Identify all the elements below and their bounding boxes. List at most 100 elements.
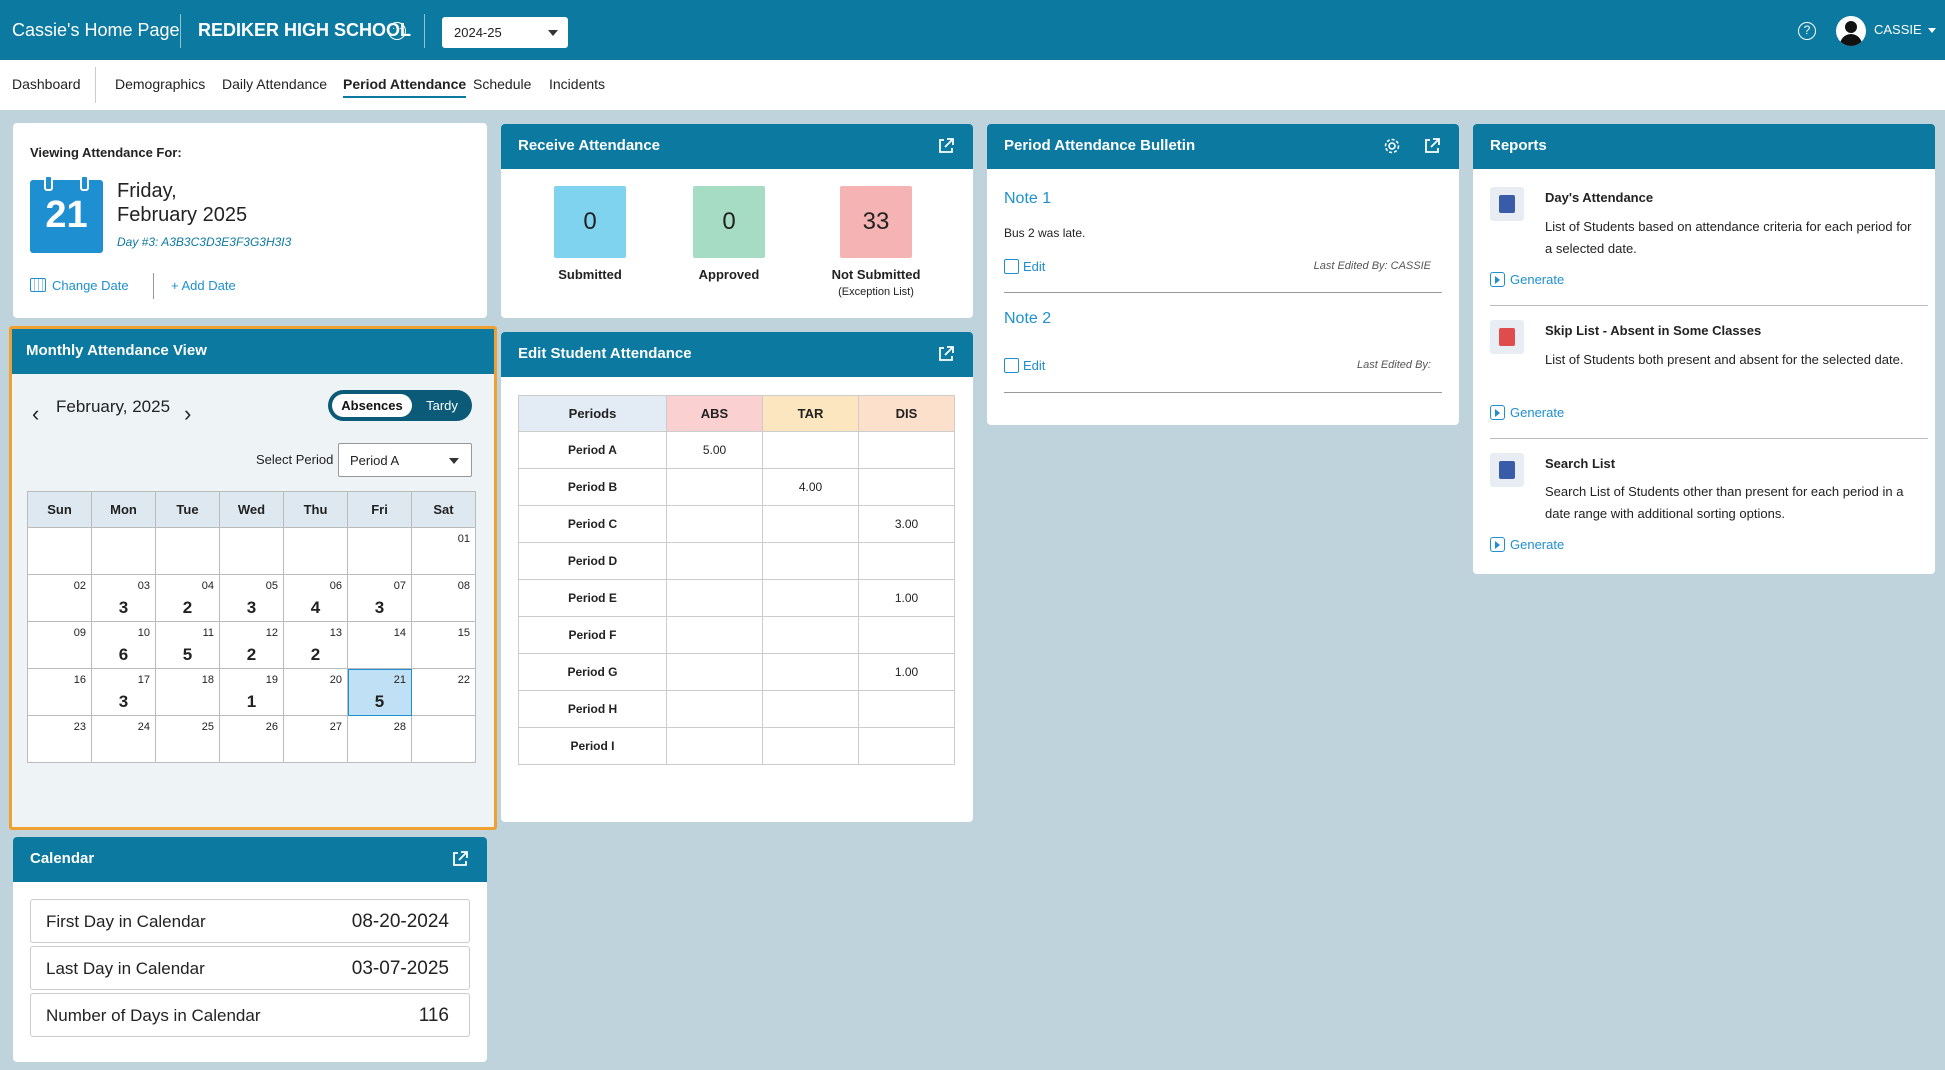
gear-icon[interactable]: [1383, 137, 1401, 155]
calendar-day-cell[interactable]: 15: [411, 621, 476, 669]
tab-demographics[interactable]: Demographics: [115, 76, 205, 92]
attendance-cell[interactable]: [666, 653, 763, 691]
generate-button[interactable]: Generate: [1490, 272, 1564, 287]
calendar-day-cell[interactable]: 03 3: [91, 574, 156, 622]
attendance-cell[interactable]: [762, 653, 859, 691]
attendance-cell[interactable]: 1.00: [858, 579, 955, 617]
external-link-icon[interactable]: [937, 137, 955, 155]
external-link-icon[interactable]: [1423, 137, 1441, 155]
attendance-cell[interactable]: [762, 542, 859, 580]
calendar-day-cell[interactable]: 05 3: [219, 574, 284, 622]
attendance-cell[interactable]: [762, 690, 859, 728]
attendance-cell[interactable]: [762, 579, 859, 617]
calendar-day-cell[interactable]: 19 1: [219, 668, 284, 716]
avatar[interactable]: [1836, 16, 1866, 46]
attendance-cell[interactable]: [762, 727, 859, 765]
external-link-icon[interactable]: [451, 850, 469, 868]
note-title[interactable]: Note 1: [1004, 190, 1051, 208]
calendar-day-cell[interactable]: 08: [411, 574, 476, 622]
attendance-cell[interactable]: [858, 542, 955, 580]
bulletin-card: Period Attendance Bulletin Note 1 Bus 2 …: [987, 124, 1459, 425]
note-title[interactable]: Note 2: [1004, 310, 1051, 328]
calendar-day-cell[interactable]: 20: [283, 668, 348, 716]
approved-count[interactable]: 0: [693, 186, 765, 258]
calendar-day-cell[interactable]: 01: [411, 527, 476, 575]
chevron-down-icon[interactable]: [1928, 28, 1936, 33]
home-page-title[interactable]: Cassie's Home Page: [12, 20, 180, 41]
column-header: ABS: [666, 395, 763, 432]
calendar-day-cell[interactable]: 24: [91, 715, 156, 763]
calendar-day-cell[interactable]: 12 2: [219, 621, 284, 669]
attendance-cell[interactable]: [666, 727, 763, 765]
attendance-cell[interactable]: 5.00: [666, 431, 763, 469]
change-date-link[interactable]: Change Date: [30, 278, 129, 293]
calendar-day-cell[interactable]: 06 4: [283, 574, 348, 622]
tab-schedule[interactable]: Schedule: [473, 76, 531, 92]
calendar-day-cell[interactable]: 16: [27, 668, 92, 716]
attendance-cell[interactable]: [858, 468, 955, 506]
calendar-day-cell[interactable]: 02: [27, 574, 92, 622]
calendar-day-cell[interactable]: 04 2: [155, 574, 220, 622]
calendar-day-cell[interactable]: 10 6: [91, 621, 156, 669]
external-link-icon[interactable]: [937, 345, 955, 363]
attendance-cell[interactable]: 3.00: [858, 505, 955, 543]
attendance-cell[interactable]: [858, 727, 955, 765]
change-date-label: Change Date: [52, 278, 129, 293]
calendar-day-cell[interactable]: 14: [347, 621, 412, 669]
school-name[interactable]: REDIKER HIGH SCHOOL: [198, 20, 411, 41]
attendance-cell[interactable]: [762, 505, 859, 543]
last-edited-by: Last Edited By: CASSIE: [1313, 260, 1431, 272]
calendar-day-cell[interactable]: 28: [347, 715, 412, 763]
attendance-cell[interactable]: [858, 616, 955, 654]
attendance-cell[interactable]: [762, 431, 859, 469]
tab-incidents[interactable]: Incidents: [549, 76, 605, 92]
add-date-link[interactable]: + Add Date: [171, 278, 236, 293]
attendance-cell[interactable]: [858, 690, 955, 728]
edit-note-button[interactable]: Edit: [1004, 259, 1045, 274]
calendar-day-cell[interactable]: 23: [27, 715, 92, 763]
attendance-cell[interactable]: [666, 579, 763, 617]
calendar-day-cell[interactable]: 26: [219, 715, 284, 763]
school-year-select[interactable]: 2024-25: [442, 17, 568, 48]
calendar-day-cell[interactable]: 22: [411, 668, 476, 716]
not-submitted-count[interactable]: 33: [840, 186, 912, 258]
calendar-day-cell[interactable]: 17 3: [91, 668, 156, 716]
calendar-day-cell[interactable]: 18: [155, 668, 220, 716]
calendar-day-cell[interactable]: 07 3: [347, 574, 412, 622]
period-select[interactable]: Period A: [338, 443, 472, 477]
chevron-left-icon[interactable]: ‹: [32, 401, 39, 427]
tab-daily-attendance[interactable]: Daily Attendance: [222, 76, 327, 92]
attendance-cell[interactable]: [666, 690, 763, 728]
generate-label: Generate: [1510, 272, 1565, 287]
generate-button[interactable]: Generate: [1490, 537, 1564, 552]
submitted-count[interactable]: 0: [554, 186, 626, 258]
attendance-cell[interactable]: [762, 616, 859, 654]
report-icon: [1490, 320, 1524, 354]
tab-period-attendance[interactable]: Period Attendance: [343, 76, 467, 98]
weekday-header: Mon: [91, 491, 156, 528]
absences-tardy-toggle[interactable]: Absences Tardy: [328, 390, 472, 421]
more-options-icon[interactable]: ···: [388, 22, 406, 40]
calendar-day-cell[interactable]: 25: [155, 715, 220, 763]
tab-dashboard[interactable]: Dashboard: [12, 76, 81, 92]
toggle-absences[interactable]: Absences: [332, 394, 412, 417]
attendance-cell[interactable]: 4.00: [762, 468, 859, 506]
generate-button[interactable]: Generate: [1490, 405, 1564, 420]
calendar-day-cell[interactable]: 27: [283, 715, 348, 763]
edit-note-button[interactable]: Edit: [1004, 358, 1045, 373]
absence-count: 4: [310, 598, 321, 617]
attendance-cell[interactable]: [666, 468, 763, 506]
calendar-day-cell[interactable]: 21 5: [347, 668, 412, 716]
calendar-day-cell[interactable]: 09: [27, 621, 92, 669]
attendance-cell[interactable]: [666, 616, 763, 654]
chevron-right-icon[interactable]: ›: [184, 401, 191, 427]
attendance-cell[interactable]: [666, 505, 763, 543]
attendance-cell[interactable]: [858, 431, 955, 469]
help-icon[interactable]: ?: [1798, 22, 1816, 40]
user-name[interactable]: CASSIE: [1874, 22, 1922, 37]
calendar-day-cell[interactable]: 11 5: [155, 621, 220, 669]
attendance-cell[interactable]: [666, 542, 763, 580]
attendance-cell[interactable]: 1.00: [858, 653, 955, 691]
toggle-tardy[interactable]: Tardy: [416, 394, 468, 417]
calendar-day-cell[interactable]: 13 2: [283, 621, 348, 669]
